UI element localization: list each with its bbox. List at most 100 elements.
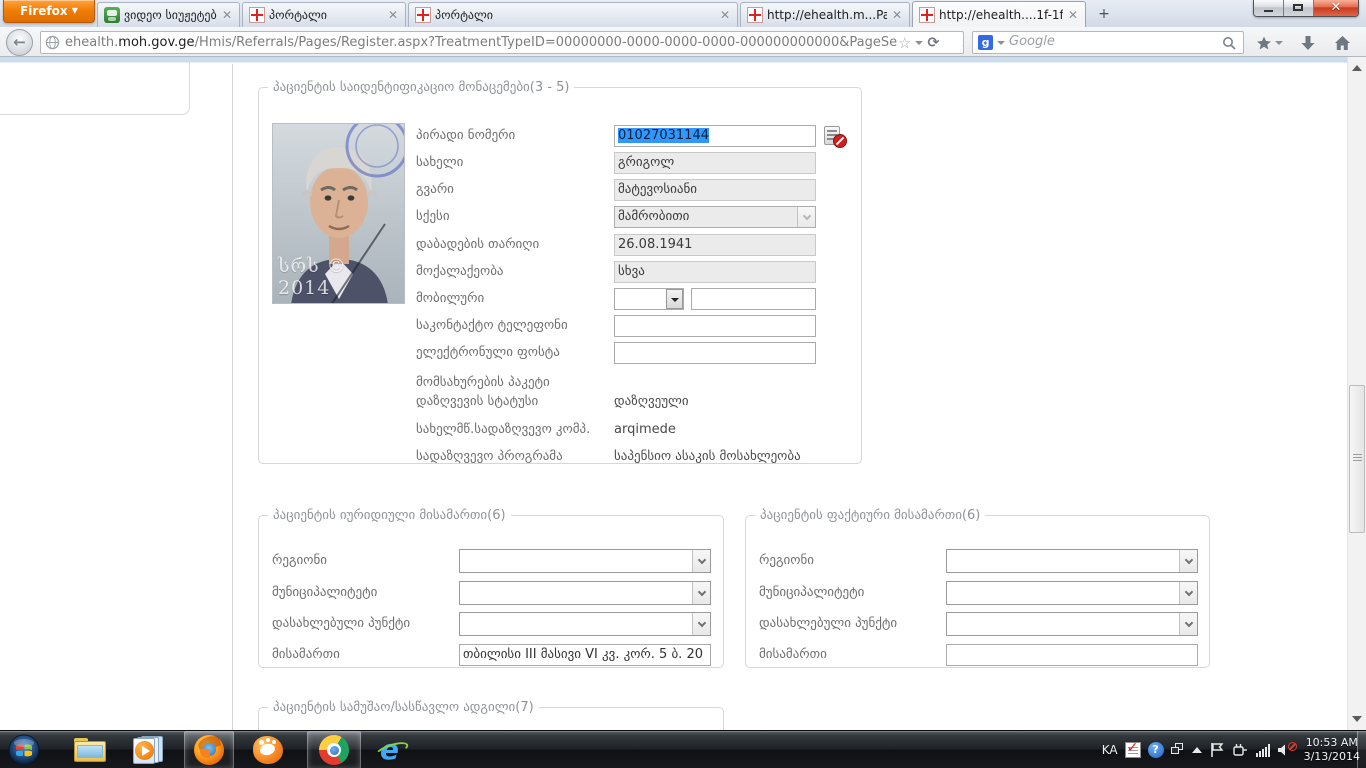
taskbar-chrome-button-active[interactable] bbox=[307, 731, 361, 768]
clock-time: 10:53 AM bbox=[1304, 736, 1360, 750]
remove-record-icon[interactable] bbox=[824, 126, 840, 145]
settlement-select[interactable] bbox=[946, 612, 1198, 636]
search-bar[interactable]: g Google bbox=[972, 31, 1244, 54]
taskbar-media-player-button[interactable] bbox=[128, 733, 168, 767]
tab-close-icon[interactable]: ✕ bbox=[719, 9, 731, 21]
dropdown-button[interactable] bbox=[692, 582, 710, 604]
settlement-select[interactable] bbox=[459, 612, 711, 636]
engine-dropdown-icon[interactable] bbox=[997, 41, 1005, 45]
tab-close-icon[interactable]: ✕ bbox=[387, 9, 399, 21]
minimize-button[interactable] bbox=[1254, 0, 1284, 16]
clock-date: 3/13/2014 bbox=[1304, 750, 1360, 764]
tab-close-icon[interactable]: ✕ bbox=[1067, 9, 1079, 21]
taskbar-clock[interactable]: 10:53 AM 3/13/2014 bbox=[1304, 736, 1360, 764]
windows-stack-tray-icon[interactable] bbox=[1171, 743, 1185, 757]
insurance-status-label: დაზღვევის სტატუსი bbox=[416, 391, 538, 413]
bookmarks-menu-button[interactable] bbox=[1256, 31, 1283, 54]
sex-value: მამრობითი bbox=[618, 209, 689, 224]
show-hidden-icons-arrow[interactable] bbox=[1192, 747, 1202, 753]
dropdown-button[interactable] bbox=[692, 550, 710, 572]
bookmark-star-icon[interactable]: ☆ bbox=[898, 34, 911, 52]
insurance-program-label: სადაზღვევო პროგრამა bbox=[416, 446, 563, 468]
back-button[interactable]: ← bbox=[6, 29, 33, 56]
network-signal-icon[interactable] bbox=[1256, 744, 1270, 757]
mobile-prefix-select[interactable] bbox=[614, 288, 684, 310]
region-label: რეგიონი bbox=[759, 550, 814, 572]
taskbar-gom-player-button[interactable] bbox=[248, 733, 288, 767]
home-button[interactable] bbox=[1334, 31, 1351, 54]
dropdown-button[interactable] bbox=[666, 289, 683, 309]
chevron-down-icon bbox=[698, 556, 706, 564]
insurance-status-value: დაზღვეული bbox=[614, 391, 689, 413]
dropdown-button[interactable] bbox=[1179, 550, 1197, 572]
sex-select: მამრობითი bbox=[614, 206, 816, 228]
reload-icon[interactable]: ⟳ bbox=[927, 35, 939, 51]
downloads-button[interactable] bbox=[1300, 31, 1316, 54]
keyboard-language-indicator[interactable]: KA bbox=[1102, 743, 1118, 757]
maximize-button[interactable] bbox=[1284, 0, 1314, 16]
municipality-select[interactable] bbox=[946, 581, 1198, 605]
chevron-down-icon bbox=[1185, 588, 1193, 596]
page-scrollbar[interactable] bbox=[1347, 57, 1366, 730]
dropdown-button[interactable] bbox=[692, 613, 710, 635]
mobile-input[interactable] bbox=[691, 288, 816, 310]
taskbar-ie-button[interactable]: e bbox=[372, 733, 412, 767]
tab-close-icon[interactable]: ✕ bbox=[221, 9, 233, 21]
show-desktop-button[interactable] bbox=[1357, 731, 1366, 768]
personal-number-input[interactable]: 01027031144 bbox=[614, 125, 816, 147]
scroll-down-arrow[interactable] bbox=[1351, 713, 1363, 725]
chevron-down-icon bbox=[698, 588, 706, 596]
close-button[interactable]: ✕ bbox=[1314, 0, 1358, 16]
url-dropdown-icon[interactable] bbox=[915, 41, 923, 45]
identification-fieldset: პაციენტის საიდენტიფიკაციო მონაცემები(3 -… bbox=[258, 80, 862, 464]
download-arrow-icon bbox=[1300, 35, 1316, 51]
tab-video-stories[interactable]: ვიდეო სიუჟეტები | საქართვე... ✕ bbox=[97, 2, 240, 27]
search-icon[interactable] bbox=[1222, 36, 1237, 51]
tab-close-icon[interactable]: ✕ bbox=[891, 9, 903, 21]
new-tab-button[interactable]: + bbox=[1092, 6, 1116, 23]
insurance-company-label: სახელმწ.სადაზღვევო კომპ. bbox=[416, 419, 590, 441]
tab-portal-1[interactable]: პორტალი ✕ bbox=[242, 2, 406, 27]
municipality-select[interactable] bbox=[459, 581, 711, 605]
taskbar-explorer-button[interactable] bbox=[70, 733, 110, 767]
power-plug-icon[interactable] bbox=[1232, 742, 1249, 758]
tab-title: პორტალი bbox=[435, 8, 715, 22]
region-select[interactable] bbox=[946, 549, 1198, 573]
firefox-menu-label: Firefox bbox=[20, 4, 68, 18]
tab-register-page-active[interactable]: http://ehealth....1f-1f650dadcee4 ✕ bbox=[912, 1, 1086, 27]
dropdown-button bbox=[797, 207, 815, 227]
legal-address-fieldset: პაციენტის იურიდიული მისამართი(6) რეგიონი… bbox=[258, 508, 724, 668]
scroll-up-arrow[interactable] bbox=[1351, 62, 1363, 74]
taskbar-firefox-button-active[interactable] bbox=[184, 731, 234, 768]
url-domain: moh.gov.ge bbox=[118, 35, 194, 50]
contact-phone-input[interactable] bbox=[614, 315, 816, 337]
region-select[interactable] bbox=[459, 549, 711, 573]
volume-muted-icon[interactable] bbox=[1277, 742, 1297, 758]
address-label: მისამართი bbox=[272, 644, 340, 666]
work-place-legend: პაციენტის სამუშაო/სასწავლო ადგილი(7) bbox=[268, 700, 539, 715]
address-input[interactable] bbox=[946, 644, 1198, 666]
selected-text: 01027031144 bbox=[618, 128, 709, 143]
firefox-menu-button[interactable]: Firefox ▼ bbox=[3, 0, 95, 23]
start-button[interactable] bbox=[4, 733, 44, 767]
tab-portal-2[interactable]: პორტალი ✕ bbox=[408, 2, 738, 27]
address-input[interactable]: თბილისი III მასივი VI კვ. კორ. 5 ბ. 20 bbox=[459, 644, 711, 666]
scrollbar-thumb[interactable] bbox=[1349, 385, 1365, 533]
help-tray-icon[interactable]: ? bbox=[1148, 742, 1164, 758]
notes-tray-icon[interactable]: ✓ bbox=[1125, 742, 1141, 758]
gom-player-icon bbox=[253, 736, 283, 764]
chevron-down-icon bbox=[1275, 41, 1283, 45]
tab-list-page[interactable]: http://ehealth.m...Pages/List.aspx ✕ bbox=[740, 2, 910, 27]
chevron-down-icon bbox=[1185, 619, 1193, 627]
dropdown-button[interactable] bbox=[1179, 613, 1197, 635]
media-player-icon bbox=[133, 736, 163, 764]
windows-start-icon bbox=[8, 734, 40, 766]
google-engine-icon[interactable]: g bbox=[978, 35, 993, 50]
email-input[interactable] bbox=[614, 342, 816, 364]
taskbar: e KA ✓ ? bbox=[0, 730, 1366, 768]
system-tray: KA ✓ ? bbox=[1102, 731, 1366, 768]
mobile-label: მობილური bbox=[416, 288, 484, 310]
action-center-flag-icon[interactable] bbox=[1209, 742, 1225, 758]
dropdown-button[interactable] bbox=[1179, 582, 1197, 604]
url-bar[interactable]: ehealth.moh.gov.ge/Hmis/Referrals/Pages/… bbox=[40, 31, 964, 54]
